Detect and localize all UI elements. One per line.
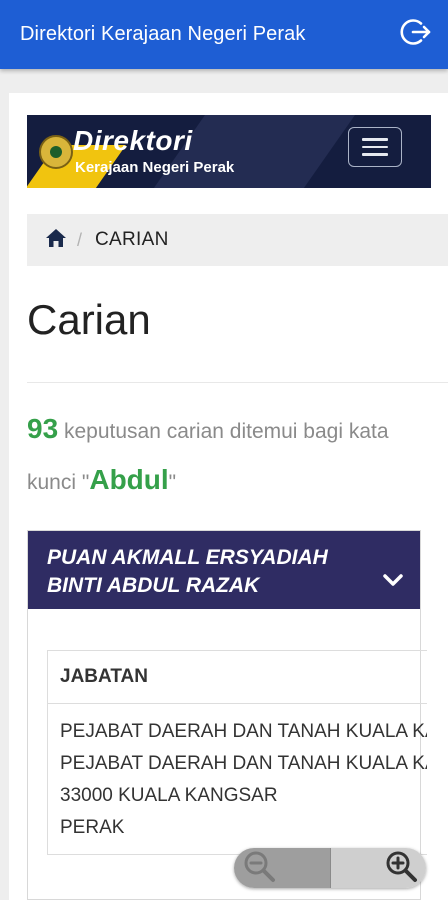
app-bar: Direktori Kerajaan Negeri Perak (0, 0, 448, 69)
app-title: Direktori Kerajaan Negeri Perak (20, 23, 306, 45)
logout-button[interactable] (384, 0, 448, 69)
result-count: 93 (27, 413, 59, 444)
zoom-control (234, 848, 426, 888)
hamburger-icon-bar (362, 153, 388, 156)
address-line: 33000 KUALA KANGSAR (60, 785, 278, 806)
home-icon[interactable] (45, 228, 67, 253)
breadcrumb: / CARIAN (27, 214, 448, 266)
search-result-summary: 93 keputusan carian ditemui bagi kata ku… (27, 405, 427, 507)
person-name: PUAN AKMALL ERSYADIAH BINTI ABDUL RAZAK (47, 546, 328, 597)
breadcrumb-current: CARIAN (95, 229, 169, 250)
menu-toggle-button[interactable] (348, 127, 402, 167)
web-content: Direktori Kerajaan Negeri Perak / CARIAN… (9, 93, 448, 900)
brand-title[interactable]: Direktori (73, 125, 193, 157)
details-table: JABATAN PEJABAT DAERAH DAN TANAH KUALA K… (47, 650, 427, 855)
zoom-in-button[interactable] (330, 848, 426, 888)
accordion-header[interactable]: PUAN AKMALL ERSYADIAH BINTI ABDUL RAZAK (28, 531, 420, 609)
address-line: PEJABAT DAERAH DAN TANAH KUALA KANGSAR (60, 753, 427, 774)
hamburger-icon-bar (362, 145, 388, 149)
divider (27, 382, 448, 383)
address-line: PERAK (60, 817, 125, 838)
table-cell-jabatan: PEJABAT DAERAH DAN TANAH KUALA KANGSAR P… (48, 704, 427, 844)
page-title: Carian (27, 296, 151, 343)
hamburger-icon-bar (362, 138, 388, 141)
site-header: Direktori Kerajaan Negeri Perak (27, 115, 431, 188)
search-keyword: Abdul (89, 464, 169, 495)
result-accordion: PUAN AKMALL ERSYADIAH BINTI ABDUL RAZAK … (27, 530, 427, 900)
brand-subtitle: Kerajaan Negeri Perak (75, 159, 235, 176)
quote-close: " (168, 471, 177, 494)
logout-icon (399, 15, 433, 54)
chevron-down-icon[interactable] (382, 567, 404, 595)
zoom-in-icon (384, 849, 418, 888)
perak-crest-logo (39, 135, 73, 169)
breadcrumb-separator: / (77, 229, 83, 250)
table-header-jabatan: JABATAN (48, 651, 427, 704)
address-line: PEJABAT DAERAH DAN TANAH KUALA KANGSAR (60, 721, 427, 742)
zoom-out-icon (242, 849, 276, 888)
zoom-out-button[interactable] (234, 848, 330, 888)
